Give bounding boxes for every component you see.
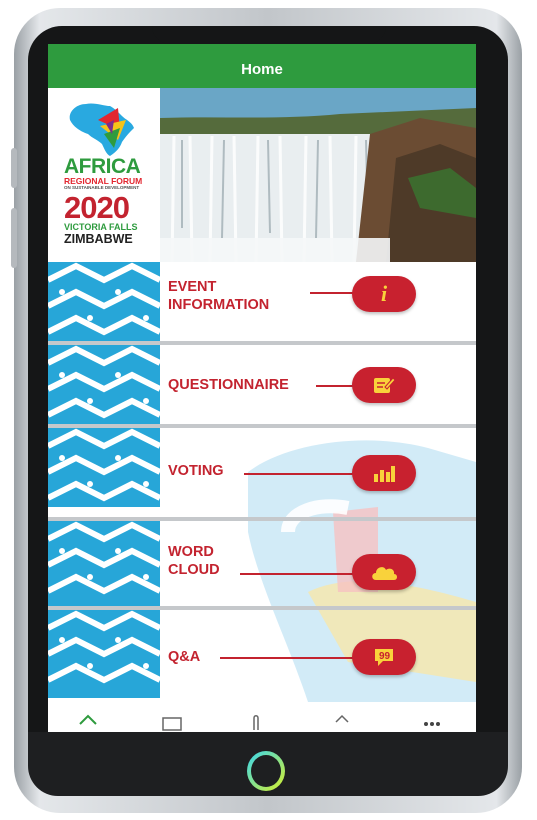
zigzag-pattern [48, 521, 162, 606]
menu-label: VOTING [168, 462, 224, 480]
bottom-nav [48, 708, 476, 732]
menu-label-line1: Q&A [168, 649, 201, 665]
bar-chart-icon [374, 466, 395, 482]
africa-map-logo-icon [69, 103, 134, 156]
logo-location-text: VICTORIA FALLS [64, 222, 138, 232]
cloud-icon [372, 567, 397, 580]
menu-row-questionnaire[interactable]: QUESTIONNAIRE [48, 345, 476, 424]
phone-notch [152, 26, 386, 44]
id-card-icon [162, 717, 182, 731]
nav-home[interactable] [76, 712, 100, 732]
voting-button[interactable] [352, 455, 416, 491]
hero-banner: AFRICA REGIONAL FORUM ON SUSTAINABLE DEV… [48, 88, 476, 262]
more-icon [424, 722, 440, 726]
menu-label-line1: EVENT [168, 279, 217, 295]
menu-row-word-cloud[interactable]: WORD CLOUD [48, 521, 476, 606]
logo-africa-text: AFRICA [64, 155, 141, 178]
leader-line [220, 657, 356, 659]
home-ring-button[interactable] [247, 751, 285, 791]
word-cloud-button[interactable] [352, 554, 416, 590]
logo-country-text: ZIMBABWE [64, 232, 133, 246]
app-screen: Home AFRICA REGIONAL FORUM ON SUSTAINABL… [48, 44, 476, 732]
zigzag-pattern [48, 610, 162, 698]
touch-icon [253, 715, 259, 730]
leader-line [310, 292, 356, 294]
menu-row-event-information[interactable]: EVENT INFORMATION i [48, 262, 476, 341]
note-edit-icon [374, 377, 395, 393]
menu-label-line1: QUESTIONNAIRE [168, 377, 289, 393]
home-icon [79, 714, 97, 725]
nav-id-card[interactable] [160, 712, 184, 732]
qa-button[interactable]: 99 [352, 639, 416, 675]
menu-label: Q&A [168, 648, 200, 666]
zigzag-pattern [48, 262, 162, 341]
menu-label-line1: WORD [168, 544, 214, 560]
logo-year-text: 2020 [64, 190, 130, 225]
phone-side-button [11, 148, 17, 188]
waterfall-image [160, 88, 476, 262]
svg-text:99: 99 [379, 651, 391, 662]
menu-row-qa[interactable]: Q&A 99 [48, 610, 476, 698]
menu-label: WORD CLOUD [168, 543, 220, 579]
menu-label: QUESTIONNAIRE [168, 376, 289, 394]
phone-side-button [11, 208, 17, 268]
menu-label: EVENT INFORMATION [168, 278, 269, 314]
nav-touch[interactable] [244, 712, 268, 732]
zigzag-pattern [48, 428, 162, 507]
leader-line [244, 473, 356, 475]
questionnaire-button[interactable] [352, 367, 416, 403]
zigzag-pattern [48, 345, 162, 424]
waterfall-photo [160, 88, 476, 262]
event-information-button[interactable]: i [352, 276, 416, 312]
nav-more[interactable] [420, 712, 444, 732]
menu-label-line2: INFORMATION [168, 297, 270, 313]
speech-bubble-icon: 99 [375, 649, 393, 666]
page-title: Home [241, 60, 283, 78]
menu-label-line2: CLOUD [168, 562, 220, 578]
nav-tag[interactable] [330, 712, 354, 732]
leader-line [240, 573, 356, 575]
menu-row-voting[interactable]: VOTING [48, 428, 476, 507]
menu-label-line1: VOTING [168, 463, 224, 479]
top-bar: Home [48, 44, 476, 88]
leader-line [316, 385, 356, 387]
tag-icon [335, 714, 349, 723]
forum-logo: AFRICA REGIONAL FORUM ON SUSTAINABLE DEV… [48, 88, 160, 262]
info-icon: i [380, 281, 388, 306]
